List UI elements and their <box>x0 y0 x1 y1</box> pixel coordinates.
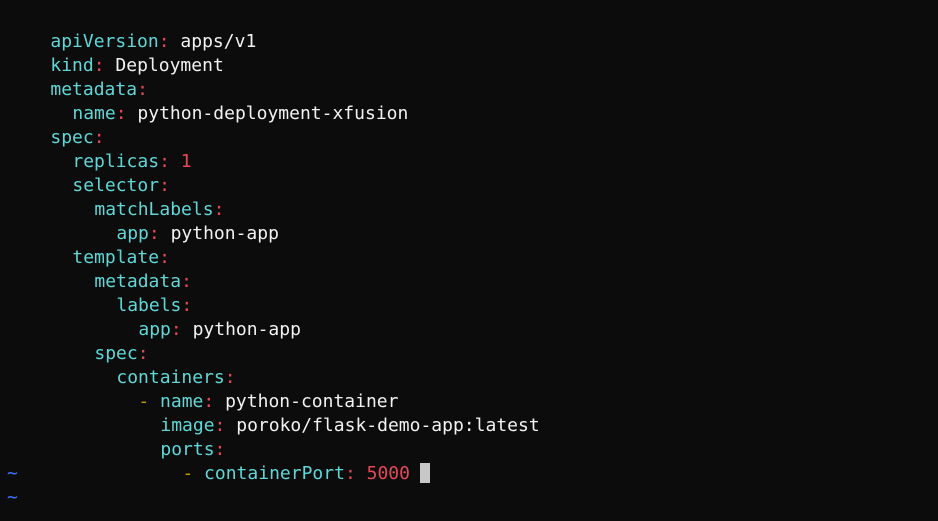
yaml-line: replicas: 1 <box>7 126 191 172</box>
yaml-line: ports: <box>7 414 225 460</box>
yaml-line: spec: <box>7 102 104 148</box>
yaml-value: python-deployment-xfusion <box>137 103 409 124</box>
yaml-line: matchLabels: <box>7 174 224 220</box>
yaml-value: python-app <box>192 319 301 340</box>
yaml-line: - containerPort: 5000 <box>7 438 430 484</box>
yaml-value: poroko/flask-demo-app:latest <box>236 415 540 436</box>
yaml-colon: : <box>344 463 356 484</box>
yaml-line: app: python-app <box>7 198 279 244</box>
yaml-line: apiVersion: apps/v1 <box>7 6 256 52</box>
text-cursor <box>419 463 430 483</box>
empty-line-marker: ~ <box>7 463 18 484</box>
yaml-line: containers: <box>7 342 235 388</box>
yaml-colon: : <box>115 103 127 124</box>
yaml-line: name: python-deployment-xfusion <box>7 78 408 124</box>
yaml-line: metadata: <box>7 246 192 292</box>
yaml-line: image: poroko/flask-demo-app:latest <box>7 390 539 436</box>
yaml-number: 1 <box>180 151 192 172</box>
yaml-line: metadata: <box>7 54 148 100</box>
yaml-number: 5000 <box>366 463 410 484</box>
yaml-value: python-app <box>170 223 279 244</box>
empty-line-marker: ~ <box>7 487 18 508</box>
yaml-line: selector: <box>7 150 170 196</box>
yaml-list-dash: - <box>182 463 194 484</box>
yaml-line: kind: Deployment <box>7 30 223 76</box>
yaml-line: - name: python-container <box>7 366 398 412</box>
yaml-line: spec: <box>7 318 148 364</box>
yaml-line: template: <box>7 222 170 268</box>
yaml-colon: : <box>170 319 182 340</box>
terminal-editor[interactable]: apiVersion: apps/v1 kind: Deployment met… <box>0 0 938 521</box>
yaml-key: containerPort <box>204 463 345 484</box>
yaml-line: labels: <box>7 270 192 316</box>
yaml-line: app: python-app <box>7 294 301 340</box>
